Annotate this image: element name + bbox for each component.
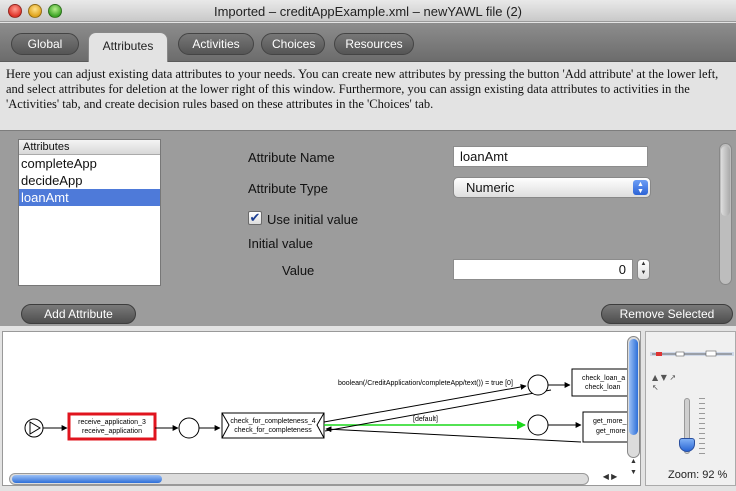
- start-condition[interactable]: [24, 418, 44, 438]
- app-window: Imported – creditAppExample.xml – newYAW…: [0, 0, 736, 491]
- list-item[interactable]: decideApp: [19, 172, 160, 189]
- task-receive-application[interactable]: receive_application_3 receive_applicatio…: [67, 412, 157, 441]
- value-label: Value: [282, 263, 315, 278]
- tab-global[interactable]: Global: [11, 33, 79, 55]
- task-label: receive_application: [82, 428, 142, 435]
- list-item[interactable]: completeApp: [19, 155, 160, 172]
- tab-choices[interactable]: Choices: [261, 33, 325, 55]
- attribute-name-label: Attribute Name: [248, 150, 335, 165]
- attributes-description: Here you can adjust existing data attrib…: [6, 67, 719, 111]
- window-title: Imported – creditAppExample.xml – newYAW…: [213, 4, 523, 19]
- form-scrollbar[interactable]: [719, 143, 732, 285]
- tab-activities[interactable]: Activities: [178, 33, 254, 55]
- scroll-up-arrow-icon[interactable]: ▲: [627, 458, 640, 469]
- task-label: get_more_: [593, 418, 627, 425]
- attribute-editor-panel: Attributes completeApp decideApp loanAmt…: [0, 130, 736, 326]
- use-initial-value-label: Use initial value: [267, 212, 359, 227]
- task-check-loan[interactable]: check_loan_a check_loan: [571, 368, 633, 397]
- process-graph: receive_application_3 receive_applicatio…: [24, 368, 633, 443]
- scroll-down-arrow-icon[interactable]: ▼: [627, 469, 640, 480]
- select-arrows-icon: ▲ ▼: [633, 180, 648, 195]
- condition-node[interactable]: [178, 417, 200, 439]
- diagram-vertical-scrollbar[interactable]: [627, 336, 640, 458]
- tab-resources[interactable]: Resources: [334, 33, 414, 55]
- title-bar: Imported – creditAppExample.xml – newYAW…: [0, 0, 736, 22]
- value-field[interactable]: 0: [453, 259, 633, 280]
- task-label: check_for_completeness_4: [230, 418, 315, 425]
- zoom-slider-ticks: [699, 398, 705, 454]
- task-label: check_loan: [585, 384, 621, 391]
- tab-attributes[interactable]: Attributes: [88, 32, 168, 62]
- condition-node[interactable]: [527, 414, 549, 436]
- attribute-type-value: Numeric: [466, 180, 515, 195]
- condition-node[interactable]: [527, 374, 549, 396]
- scroll-left-right-arrows-icon[interactable]: ◀ ▶: [595, 472, 625, 485]
- diagram-horizontal-scrollbar-thumb[interactable]: [12, 475, 162, 483]
- diagram-vertical-scrollbar-thumb[interactable]: [629, 339, 638, 435]
- svg-text:▲ ▼ ↗: ▲ ▼ ↗: [652, 373, 676, 382]
- use-initial-value-checkbox[interactable]: ✔: [248, 211, 262, 225]
- value-stepper[interactable]: ▲ ▼: [637, 259, 650, 280]
- task-check-for-completeness[interactable]: check_for_completeness_4 check_for_compl…: [221, 412, 325, 439]
- overview-zoom-panel: ▲ ▼ ↗ ↖ Zoom: 92 %: [645, 331, 736, 486]
- initial-value-label: Initial value: [248, 236, 314, 251]
- edge-condition-label: boolean(/CreditApplication/completeApp/t…: [338, 380, 513, 387]
- list-item[interactable]: loanAmt: [19, 189, 160, 206]
- svg-text:↖: ↖: [652, 383, 659, 392]
- diagram-horizontal-scrollbar[interactable]: [9, 473, 589, 485]
- attribute-type-label: Attribute Type: [248, 181, 328, 196]
- form-scrollbar-thumb[interactable]: [721, 146, 730, 216]
- edge-default-label: [default]: [413, 416, 438, 423]
- tab-bar: Global Attributes Activities Choices Res…: [0, 23, 736, 62]
- task-label: receive_application_3: [78, 419, 146, 426]
- attribute-list-header: Attributes: [19, 140, 160, 155]
- task-label: check_loan_a: [582, 375, 625, 382]
- attribute-name-field[interactable]: loanAmt: [453, 146, 648, 167]
- attribute-type-select[interactable]: Numeric ▲ ▼: [453, 177, 651, 198]
- overview-minimap[interactable]: ▲ ▼ ↗ ↖: [646, 332, 735, 392]
- zoom-level-label: Zoom: 92 %: [668, 469, 728, 481]
- task-get-more[interactable]: get_more_ get_more: [582, 411, 633, 443]
- attribute-list[interactable]: Attributes completeApp decideApp loanAmt: [18, 139, 161, 286]
- process-diagram[interactable]: receive_application_3 receive_applicatio…: [2, 331, 641, 486]
- zoom-slider-thumb[interactable]: [679, 438, 695, 452]
- task-label: get_more: [596, 428, 626, 435]
- remove-selected-button[interactable]: Remove Selected: [601, 304, 733, 324]
- add-attribute-button[interactable]: Add Attribute: [21, 304, 136, 324]
- task-label: check_for_completeness: [234, 427, 312, 434]
